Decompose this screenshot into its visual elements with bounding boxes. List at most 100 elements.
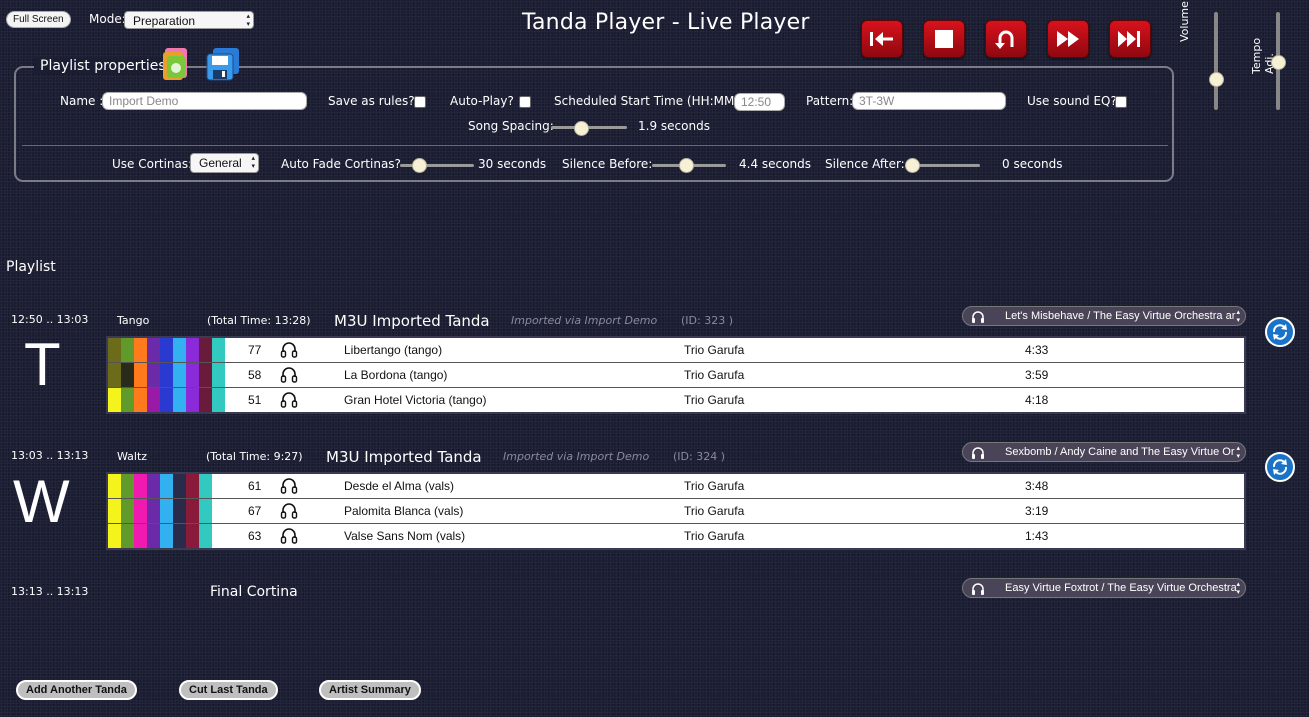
sound-eq-checkbox[interactable]: [1115, 96, 1127, 108]
name-input[interactable]: Import Demo: [102, 92, 307, 110]
headphones-icon[interactable]: [280, 341, 298, 358]
refresh-icon: [1272, 459, 1288, 475]
autoplay-checkbox[interactable]: [519, 96, 531, 108]
silence-before-knob[interactable]: [679, 158, 694, 173]
tanda-style: Tango: [117, 314, 150, 327]
pattern-input[interactable]: 3T-3W: [852, 92, 1006, 110]
cut-last-tanda-button[interactable]: Cut Last Tanda: [179, 680, 278, 700]
song-spacing-knob[interactable]: [574, 121, 589, 136]
auto-fade-value: 30 seconds: [478, 157, 547, 171]
headphones-icon[interactable]: [280, 502, 298, 519]
song-artist: Trio Garufa: [684, 393, 745, 407]
color-swatch: [121, 363, 134, 387]
color-swatch: [160, 474, 173, 498]
skip-next-button[interactable]: [1109, 20, 1151, 58]
undo-icon: [995, 30, 1014, 49]
color-swatch: [121, 474, 134, 498]
color-swatch: [147, 499, 160, 523]
auto-fade-knob[interactable]: [412, 158, 427, 173]
save-disk-icon[interactable]: [205, 46, 241, 82]
cortina-select[interactable]: Let's Misbehave / The Easy Virtue Orches…: [962, 306, 1246, 326]
song-spacing-label: Song Spacing:: [468, 119, 554, 133]
music-folder-icon[interactable]: [161, 46, 191, 82]
final-cortina-label: Final Cortina: [210, 584, 298, 600]
color-swatch: [134, 474, 147, 498]
color-swatch: [147, 363, 160, 387]
color-swatches: [108, 338, 225, 362]
song-title: Desde el Alma (vals): [344, 479, 455, 493]
refresh-button[interactable]: [1265, 452, 1295, 482]
song-row[interactable]: 61 Desde el Alma (vals) Trio Garufa 3:48: [108, 474, 1244, 499]
song-row[interactable]: 77 Libertango (tango) Trio Garufa 4:33: [108, 338, 1244, 363]
color-swatch: [186, 388, 199, 412]
color-swatches: [108, 388, 225, 412]
color-swatch: [147, 474, 160, 498]
song-duration: 4:18: [1025, 393, 1049, 407]
page-title: Tanda Player - Live Player: [522, 10, 810, 35]
refresh-button[interactable]: [1265, 317, 1295, 347]
song-row[interactable]: 51 Gran Hotel Victoria (tango) Trio Garufa…: [108, 388, 1244, 412]
color-swatch: [121, 524, 134, 548]
silence-before-label: Silence Before:: [562, 157, 653, 171]
fast-forward-button[interactable]: [1047, 20, 1089, 58]
color-swatch: [173, 474, 186, 498]
color-swatches: [108, 363, 225, 387]
tanda-total-time: (Total Time: 13:28): [207, 314, 311, 327]
color-swatches: [108, 499, 212, 523]
fast-forward-icon: [1057, 31, 1079, 47]
sound-eq-label: Use sound EQ?: [1027, 94, 1117, 108]
start-time-label: Scheduled Start Time (HH:MM) :: [554, 94, 747, 108]
cortinas-select[interactable]: General: [190, 153, 259, 173]
song-row[interactable]: 63 Valse Sans Nom (vals) Trio Garufa 1:43: [108, 524, 1244, 548]
color-swatch: [108, 338, 121, 362]
headphones-icon[interactable]: [280, 366, 298, 383]
mode-select[interactable]: Preparation: [124, 11, 254, 29]
stop-button[interactable]: [923, 20, 965, 58]
songs-table: 61 Desde el Alma (vals) Trio Garufa 3:48 67 P…: [106, 472, 1246, 550]
tanda-letter: T: [24, 331, 61, 398]
color-swatch: [173, 499, 186, 523]
headphones-icon: [972, 583, 984, 595]
cortina-select[interactable]: Sexbomb / Andy Caine and The Easy Virtue…: [962, 442, 1246, 462]
song-row[interactable]: 58 La Bordona (tango) Trio Garufa 3:59: [108, 363, 1244, 388]
color-swatch: [160, 499, 173, 523]
select-arrows-icon: ▴ ▾: [1236, 309, 1240, 324]
save-rules-label: Save as rules? :: [328, 94, 423, 108]
save-rules-checkbox[interactable]: [414, 96, 426, 108]
artist-summary-button[interactable]: Artist Summary: [319, 680, 421, 700]
divider: [22, 145, 1168, 146]
headphones-icon: [972, 311, 984, 323]
volume-knob[interactable]: [1209, 71, 1224, 87]
song-number: 51: [248, 393, 262, 407]
color-swatch: [160, 363, 173, 387]
skip-to-start-icon: [870, 32, 893, 46]
tempo-knob[interactable]: [1271, 54, 1286, 70]
headphones-icon[interactable]: [280, 391, 298, 408]
color-swatch: [186, 524, 199, 548]
headphones-icon[interactable]: [280, 477, 298, 494]
start-time-input[interactable]: 12:50: [734, 93, 785, 111]
song-number: 67: [248, 504, 262, 518]
tanda-name[interactable]: M3U Imported Tanda: [326, 448, 482, 466]
add-tanda-button[interactable]: Add Another Tanda: [16, 680, 137, 700]
tanda-time: 12:50 .. 13:03: [11, 313, 89, 326]
headphones-icon[interactable]: [280, 527, 298, 544]
song-spacing-slider[interactable]: [551, 126, 627, 129]
song-title: La Bordona (tango): [344, 368, 448, 382]
full-screen-button[interactable]: Full Screen: [6, 11, 71, 28]
final-cortina-select[interactable]: Easy Virtue Foxtrot / The Easy Virtue Or…: [962, 578, 1246, 598]
color-swatch: [108, 474, 121, 498]
tanda-id: (ID: 323 ): [681, 314, 733, 327]
tanda-id: (ID: 324 ): [673, 450, 725, 463]
tanda-total-time: (Total Time: 9:27): [206, 450, 303, 463]
tanda-name[interactable]: M3U Imported Tanda: [334, 312, 490, 330]
song-spacing-value: 1.9 seconds: [638, 119, 710, 133]
skip-to-start-button[interactable]: [861, 20, 903, 58]
rewind-button[interactable]: [985, 20, 1027, 58]
song-row[interactable]: 67 Palomita Blanca (vals) Trio Garufa 3:19: [108, 499, 1244, 524]
color-swatch: [134, 363, 147, 387]
volume-slider[interactable]: [1214, 12, 1218, 110]
color-swatch: [121, 388, 134, 412]
silence-after-knob[interactable]: [905, 158, 920, 173]
final-time: 13:13 .. 13:13: [11, 585, 89, 598]
